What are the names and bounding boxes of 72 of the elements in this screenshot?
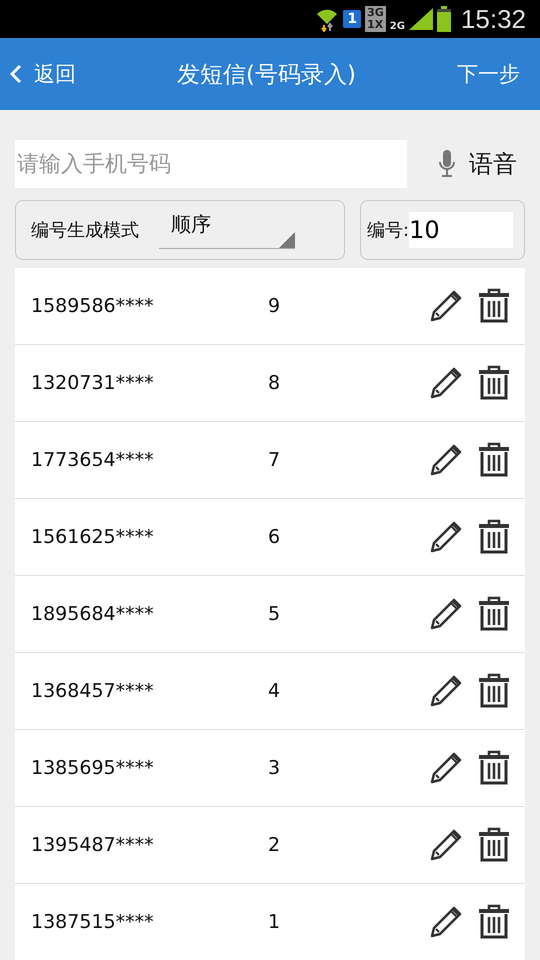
battery-icon [436, 6, 451, 32]
pencil-icon [429, 597, 463, 631]
delete-button[interactable] [477, 596, 511, 632]
phone-number: 1368457**** [31, 680, 155, 702]
row-number: 1 [268, 911, 282, 933]
row-number: 3 [268, 757, 282, 779]
pencil-icon [429, 751, 463, 785]
network-badge: 3G 1X [365, 6, 386, 32]
edit-button[interactable] [429, 828, 463, 862]
delete-button[interactable] [477, 827, 511, 863]
delete-button[interactable] [477, 442, 511, 478]
microphone-icon [439, 150, 455, 178]
edit-button[interactable] [429, 751, 463, 785]
next-button[interactable]: 下一步 [456, 60, 520, 88]
delete-button[interactable] [477, 365, 511, 401]
pencil-icon [429, 289, 463, 323]
edit-button[interactable] [429, 520, 463, 554]
row-number: 9 [268, 295, 282, 317]
dropdown-corner-icon [279, 232, 295, 248]
mode-dropdown[interactable]: 顺序 [159, 211, 295, 249]
voice-button[interactable]: 语音 [439, 148, 525, 180]
trash-icon [477, 673, 511, 709]
pencil-icon [429, 905, 463, 939]
trash-icon [477, 288, 511, 324]
phone-number: 1385695**** [31, 757, 155, 779]
pencil-icon [429, 828, 463, 862]
phone-number: 1320731**** [31, 372, 155, 394]
edit-button[interactable] [429, 443, 463, 477]
delete-button[interactable] [477, 750, 511, 786]
phone-input-field[interactable]: 请输入手机号码 [15, 140, 407, 188]
edit-button[interactable] [429, 289, 463, 323]
trash-icon [477, 519, 511, 555]
trash-icon [477, 827, 511, 863]
phone-number: 1895684**** [31, 603, 155, 625]
row-number: 4 [268, 680, 282, 702]
network-label: 2G [390, 21, 405, 32]
edit-button[interactable] [429, 905, 463, 939]
phone-number: 1561625**** [31, 526, 155, 548]
edit-button[interactable] [429, 674, 463, 708]
row-number: 6 [268, 526, 282, 548]
delete-button[interactable] [477, 673, 511, 709]
number-label: 编号: [367, 219, 410, 242]
pencil-icon [429, 520, 463, 554]
phone-number: 1589586**** [31, 295, 155, 317]
pencil-icon [429, 674, 463, 708]
phone-number: 1395487**** [31, 834, 155, 856]
chevron-left-icon [10, 64, 22, 84]
phone-number: 1387515**** [31, 911, 155, 933]
pencil-icon [429, 366, 463, 400]
edit-button[interactable] [429, 366, 463, 400]
trash-icon [477, 365, 511, 401]
row-number: 8 [268, 372, 282, 394]
row-number: 7 [268, 449, 282, 471]
clock: 15:32 [460, 4, 526, 34]
sim-badge: 1 [343, 10, 362, 28]
back-button[interactable]: 返回 [10, 60, 76, 88]
row-number: 5 [268, 603, 282, 625]
trash-icon [477, 750, 511, 786]
trash-icon [477, 596, 511, 632]
delete-button[interactable] [477, 288, 511, 324]
trash-icon [477, 904, 511, 940]
phone-number: 1773654**** [31, 449, 155, 471]
trash-icon [477, 442, 511, 478]
delete-button[interactable] [477, 519, 511, 555]
page-title: 发短信(号码录入) [177, 60, 356, 90]
row-number: 2 [268, 834, 282, 856]
edit-button[interactable] [429, 597, 463, 631]
signal-icon [408, 8, 433, 30]
mode-label: 编号生成模式 [31, 219, 139, 242]
pencil-icon [429, 443, 463, 477]
number-input-field[interactable]: 10 [409, 212, 514, 248]
delete-button[interactable] [477, 904, 511, 940]
